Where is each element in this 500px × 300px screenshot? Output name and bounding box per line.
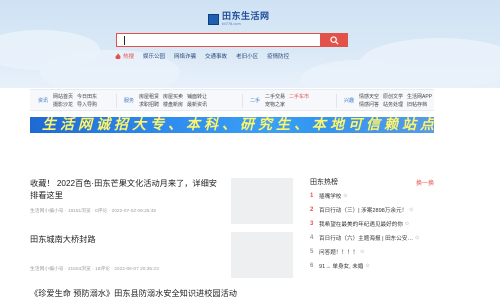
- text-caret: [124, 36, 125, 45]
- article-thumbnail[interactable]: [231, 178, 293, 224]
- hot-list-item[interactable]: 6 91→ 单身女, 未婚 ⊙: [310, 260, 434, 272]
- nav-link[interactable]: 站务处理: [383, 101, 403, 109]
- article-title[interactable]: 收藏！ 2022百色·田东芒果文化活动月来了，详细安排看这里: [30, 178, 220, 202]
- hot-title[interactable]: 我希望在最美的年纪遇见最好的你: [319, 220, 403, 228]
- fire-icon: ⊙: [365, 263, 370, 269]
- nav-group-services: 服务 房屋租赁 求职招聘 房屋买卖 楼盘新房 铺面转让 最新资讯: [122, 92, 207, 110]
- nav-link[interactable]: 房屋买卖: [163, 93, 183, 101]
- nav-link[interactable]: 网站首页: [53, 93, 73, 101]
- hot-list-header: 田东热榜 换一换: [310, 176, 434, 188]
- article-thumbnail[interactable]: [231, 232, 293, 278]
- site-logo[interactable]: 田东生活网 td776.com: [208, 13, 270, 27]
- article-meta: 生活网小编小号 · 21504浏览 · 18评论 · 2022-06-07 20…: [30, 267, 159, 272]
- logo-mark-icon: [208, 14, 219, 25]
- recruitment-banner[interactable]: 生活网诚招大专、本科、研究生、本地可信赖站点！: [30, 117, 434, 133]
- logo-name: 田东生活网: [222, 12, 270, 22]
- hot-title[interactable]: 插嘴学校: [319, 192, 341, 200]
- search-icon: [329, 35, 339, 45]
- nav-link[interactable]: 铺面转让: [187, 93, 207, 101]
- hot-list-item[interactable]: 5 问答题！！！！ ⊙: [310, 246, 434, 258]
- nav-category-label: 资讯: [37, 98, 48, 104]
- nav-category-label: 二手: [249, 98, 260, 104]
- hot-rank: 2: [310, 207, 314, 213]
- nav-link[interactable]: 导入导购: [77, 101, 97, 109]
- article-title[interactable]: 田东城南大桥封路: [30, 234, 220, 246]
- hot-rank: 1: [310, 193, 314, 199]
- nav-divider: [116, 94, 117, 108]
- hot-list-item[interactable]: 4 百日行动（六）主题海报 | 田东公安… ⊙: [310, 232, 434, 244]
- search-button[interactable]: [320, 33, 348, 47]
- article-item[interactable]: 田东城南大桥封路 生活网小编小号 · 21504浏览 · 18评论 · 2022…: [30, 234, 220, 272]
- nav-link[interactable]: 楼盘新房: [163, 101, 183, 109]
- article-item[interactable]: 《珍爱生命 预防溺水》田东县防溺水安全知识进校园活动: [30, 288, 300, 300]
- nav-link[interactable]: 生活网APP: [407, 93, 432, 101]
- hot-search-link[interactable]: 老旧小区: [236, 52, 258, 60]
- hot-search-link[interactable]: 网络诈骗: [174, 52, 196, 60]
- hot-search-row: 热搜 娱乐公园 网络诈骗 交通事故 老旧小区 疫情防控: [115, 52, 289, 60]
- nav-category-label: 兴趣: [343, 98, 354, 104]
- hot-title[interactable]: 问答题！！！！: [319, 248, 358, 256]
- nav-link[interactable]: 情感问答: [359, 101, 379, 109]
- nav-link[interactable]: 摄影沙龙: [53, 101, 73, 109]
- hot-list-item[interactable]: 1 插嘴学校 ⊙: [310, 190, 434, 202]
- article-item[interactable]: 收藏！ 2022百色·田东芒果文化活动月来了，详细安排看这里 生活网小编小号 ·…: [30, 178, 220, 214]
- fire-icon: ⊙: [409, 207, 414, 213]
- fire-icon: ⊙: [343, 193, 348, 199]
- hot-search-link[interactable]: 娱乐公园: [143, 52, 165, 60]
- header-hero: 田东生活网 td776.com 热搜 娱乐公园 网络诈骗 交通事故 老旧小区 疫…: [0, 0, 500, 88]
- search-box[interactable]: [116, 33, 348, 48]
- hot-list-item[interactable]: 3 我希望在最美的年纪遇见最好的你 ⊙: [310, 218, 434, 230]
- fire-icon: ⊙: [404, 221, 410, 227]
- fire-icon: ⊙: [360, 249, 365, 255]
- nav-link[interactable]: 旧帖存档: [407, 101, 432, 109]
- article-meta: 生活网小编小号 · 18151浏览 · 0评论 · 2022-07-02 09:…: [30, 209, 157, 214]
- nav-link[interactable]: 最新资讯: [187, 101, 207, 109]
- banner-text: 生活网诚招大专、本科、研究生、本地可信赖站点！: [42, 117, 434, 133]
- nav-link[interactable]: 房屋租赁: [139, 93, 159, 101]
- hot-list-title: 田东热榜: [310, 179, 338, 186]
- hot-rank: 6: [310, 263, 314, 269]
- nav-link[interactable]: 情感天空: [359, 93, 379, 101]
- hot-list-panel: 田东热榜 换一换 1 插嘴学校 ⊙ 2 百日行动（三）| 涉案2898万余元！ …: [310, 176, 434, 272]
- hot-search-link[interactable]: 疫情防控: [267, 52, 289, 60]
- nav-link[interactable]: 二手交易: [265, 93, 285, 101]
- nav-link[interactable]: 求职招聘: [139, 101, 159, 109]
- hot-list-item[interactable]: 2 百日行动（三）| 涉案2898万余元！ ⊙: [310, 204, 434, 216]
- article-title[interactable]: 《珍爱生命 预防溺水》田东县防溺水安全知识进校园活动: [30, 288, 300, 300]
- hot-rank: 4: [310, 235, 314, 241]
- nav-group-secondhand: 二手 二手交易 宠物之家 二手车市 空白: [248, 92, 309, 110]
- nav-link[interactable]: 今日田东: [77, 93, 97, 101]
- refresh-button[interactable]: 换一换: [416, 178, 434, 187]
- nav-divider: [242, 94, 243, 108]
- search-input[interactable]: [127, 34, 321, 48]
- hot-search-link[interactable]: 交通事故: [205, 52, 227, 60]
- fire-icon: ⊙: [415, 235, 420, 241]
- logo-domain: td776.com: [222, 22, 241, 26]
- nav-link[interactable]: 宠物之家: [265, 101, 285, 109]
- nav-divider: [336, 94, 337, 108]
- nav-link[interactable]: 二手车市: [289, 93, 309, 101]
- nav-group-news: 资讯 网站首页 摄影沙龙 今日田东 导入导购: [36, 92, 97, 110]
- hot-search-label: 热搜: [115, 52, 134, 60]
- hot-rank: 3: [310, 221, 314, 227]
- category-nav: 资讯 网站首页 摄影沙龙 今日田东 导入导购 服务 房屋租赁 求职招聘 房屋买卖…: [30, 89, 434, 111]
- nav-group-interests: 兴趣 情感天空 情感问答 原创文学 站务处理 生活网APP 旧帖存档: [342, 92, 432, 110]
- flame-icon: [115, 52, 121, 59]
- hot-title[interactable]: 91→ 单身女, 未婚: [319, 262, 363, 270]
- nav-link[interactable]: 原创文学: [383, 93, 403, 101]
- nav-category-label: 服务: [123, 98, 134, 104]
- hot-title[interactable]: 百日行动（六）主题海报 | 田东公安…: [319, 234, 413, 242]
- hot-rank: 5: [310, 249, 314, 255]
- hot-title[interactable]: 百日行动（三）| 涉案2898万余元！: [319, 206, 407, 214]
